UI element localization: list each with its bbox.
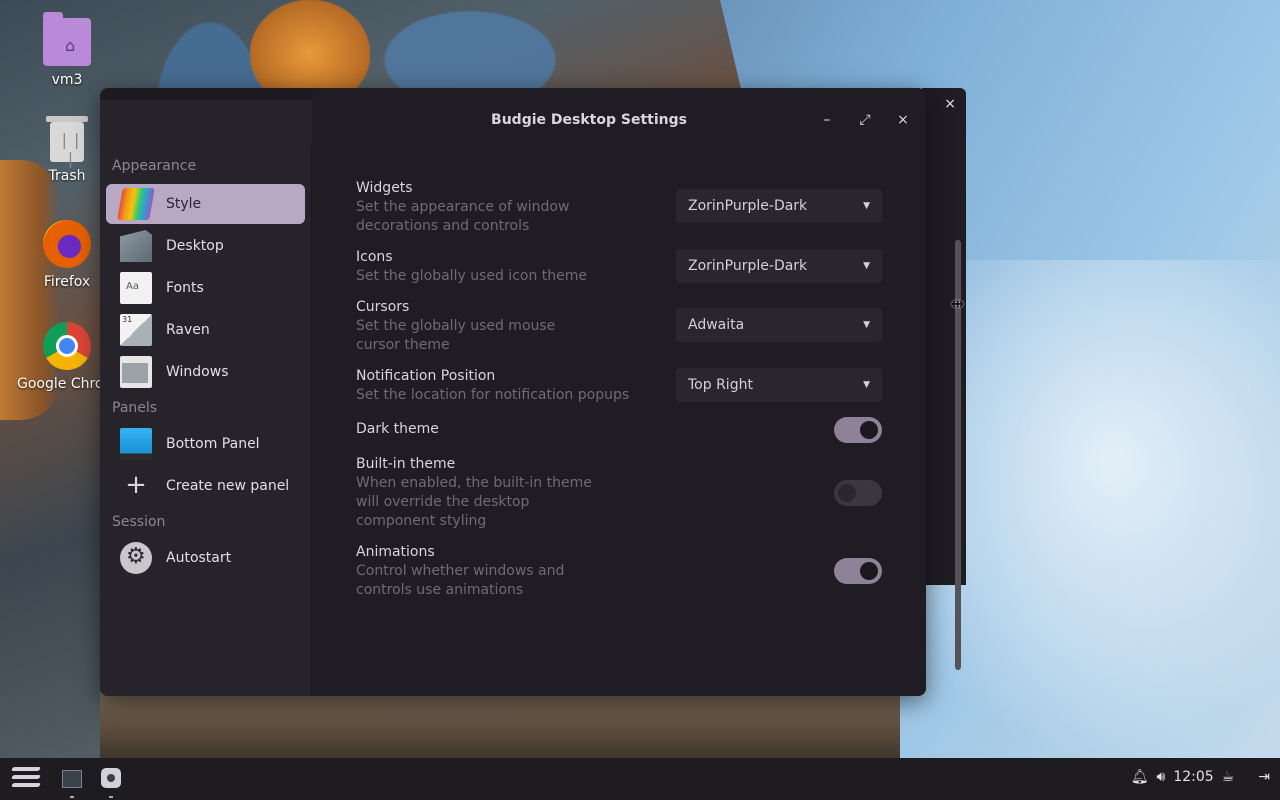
windows-icon — [120, 356, 152, 388]
sidebar-item-desktop[interactable]: Desktop — [106, 226, 305, 266]
dropdown-value: ZorinPurple-Dark — [688, 258, 808, 274]
running-indicator — [109, 796, 113, 798]
plus-icon: + — [125, 470, 147, 500]
sidebar-item-create-panel[interactable]: + Create new panel — [106, 466, 305, 506]
setting-description: Set the globally used icon theme — [356, 268, 588, 284]
sidebar-header — [100, 100, 312, 146]
wallpaper-stone — [100, 690, 900, 760]
chevron-down-icon: ▼ — [863, 380, 870, 390]
sidebar-item-label: Bottom Panel — [166, 436, 260, 452]
settings-content: Widgets Set the appearance of window dec… — [312, 146, 926, 696]
section-title-appearance: Appearance — [112, 158, 197, 174]
gear-icon — [120, 542, 152, 574]
raven-icon — [120, 314, 152, 346]
sidebar-item-label: Fonts — [166, 280, 204, 296]
coffee-icon[interactable]: ☕︎ — [1222, 769, 1235, 785]
chevron-down-icon: ▼ — [863, 261, 870, 271]
widgets-dropdown[interactable]: ZorinPurple-Dark ▼ — [676, 189, 882, 223]
section-title-session: Session — [112, 514, 166, 530]
setting-label: Dark theme — [356, 421, 439, 437]
dropdown-value: Adwaita — [688, 317, 745, 333]
panel-icon — [120, 428, 152, 460]
home-folder-icon — [43, 12, 91, 66]
wallpaper-highlight — [250, 0, 370, 90]
sidebar-item-label: Desktop — [166, 238, 224, 254]
setting-description: Set the appearance of window decorations… — [356, 199, 570, 234]
setting-animations: Animations Control whether windows and c… — [356, 543, 896, 600]
setting-description: Control whether windows and controls use… — [356, 563, 565, 598]
builtin-theme-toggle[interactable] — [834, 480, 882, 506]
sidebar-item-bottom-panel[interactable]: Bottom Panel — [106, 424, 305, 464]
cursors-dropdown[interactable]: Adwaita ▼ — [676, 308, 882, 342]
section-title-panels: Panels — [112, 400, 158, 416]
running-indicator — [70, 796, 74, 798]
setting-description: Set the globally used mouse cursor theme — [356, 318, 556, 353]
animations-toggle[interactable] — [834, 558, 882, 584]
setting-description: When enabled, the built-in theme will ov… — [356, 475, 592, 529]
dark-theme-toggle[interactable] — [834, 417, 882, 443]
sidebar-item-windows[interactable]: Windows — [106, 352, 305, 392]
sidebar-item-autostart[interactable]: Autostart — [106, 538, 305, 578]
sidebar-item-label: Raven — [166, 322, 210, 338]
maximize-button[interactable]: ⤢ — [855, 112, 875, 128]
setting-label: Animations — [356, 544, 435, 560]
firefox-icon — [43, 220, 91, 268]
toggle-knob — [860, 562, 878, 580]
sidebar: Appearance Style Desktop Fonts Raven Win… — [100, 146, 312, 696]
title-bar[interactable]: Budgie Desktop Settings – ⤢ × — [312, 88, 926, 146]
fonts-icon — [120, 272, 152, 304]
setting-builtin-theme: Built-in theme When enabled, the built-i… — [356, 455, 896, 531]
setting-description: Set the location for notification popups — [356, 387, 630, 403]
clock[interactable]: 12:05 — [1173, 769, 1213, 785]
settings-window: Budgie Desktop Settings – ⤢ × Appearance… — [100, 88, 926, 696]
chevron-down-icon: ▼ — [863, 320, 870, 330]
sidebar-item-style[interactable]: Style — [106, 184, 305, 224]
sidebar-item-label: Style — [166, 196, 202, 212]
dropdown-value: Top Right — [688, 377, 753, 393]
notification-position-dropdown[interactable]: Top Right ▼ — [676, 368, 882, 402]
sidebar-item-label: Create new panel — [166, 478, 290, 494]
chrome-icon — [43, 322, 91, 370]
toggle-knob — [860, 421, 878, 439]
sidebar-item-raven[interactable]: Raven — [106, 310, 305, 350]
taskbar: 🔔︎ 🔊︎ 12:05 ☕︎ ⇥ — [0, 758, 1280, 800]
toggle-knob — [838, 484, 856, 502]
setting-dark-theme: Dark theme — [356, 420, 896, 439]
dropdown-value: ZorinPurple-Dark — [688, 198, 808, 214]
volume-icon[interactable]: 🔊︎ — [1157, 769, 1166, 785]
sidebar-item-fonts[interactable]: Fonts — [106, 268, 305, 308]
background-window[interactable]: × — [922, 88, 966, 670]
sidebar-item-label: Autostart — [166, 550, 232, 566]
zorin-menu-icon[interactable] — [11, 767, 41, 791]
background-window-close-button[interactable]: × — [944, 96, 956, 112]
settings-app-icon[interactable] — [101, 768, 121, 788]
sidebar-item-label: Windows — [166, 364, 229, 380]
desktop-icon-home[interactable]: vm3 — [17, 12, 117, 88]
bell-icon[interactable]: 🔔︎ — [1131, 769, 1149, 785]
minimize-button[interactable]: – — [817, 112, 837, 128]
icons-dropdown[interactable]: ZorinPurple-Dark ▼ — [676, 249, 882, 283]
setting-label: Built-in theme — [356, 456, 456, 472]
chevron-down-icon: ▼ — [863, 201, 870, 211]
desktop-icon — [120, 230, 152, 262]
trash-icon — [46, 116, 88, 168]
logout-icon[interactable]: ⇥ — [1258, 769, 1270, 785]
close-button[interactable]: × — [893, 112, 913, 128]
style-icon — [117, 188, 155, 220]
terminal-icon[interactable] — [62, 770, 82, 788]
desktop-icon-label: vm3 — [51, 72, 83, 88]
mouse-cursor-icon: ⇹ — [951, 294, 965, 313]
system-tray: 🔔︎ 🔊︎ 12:05 ☕︎ ⇥ — [1131, 769, 1270, 785]
